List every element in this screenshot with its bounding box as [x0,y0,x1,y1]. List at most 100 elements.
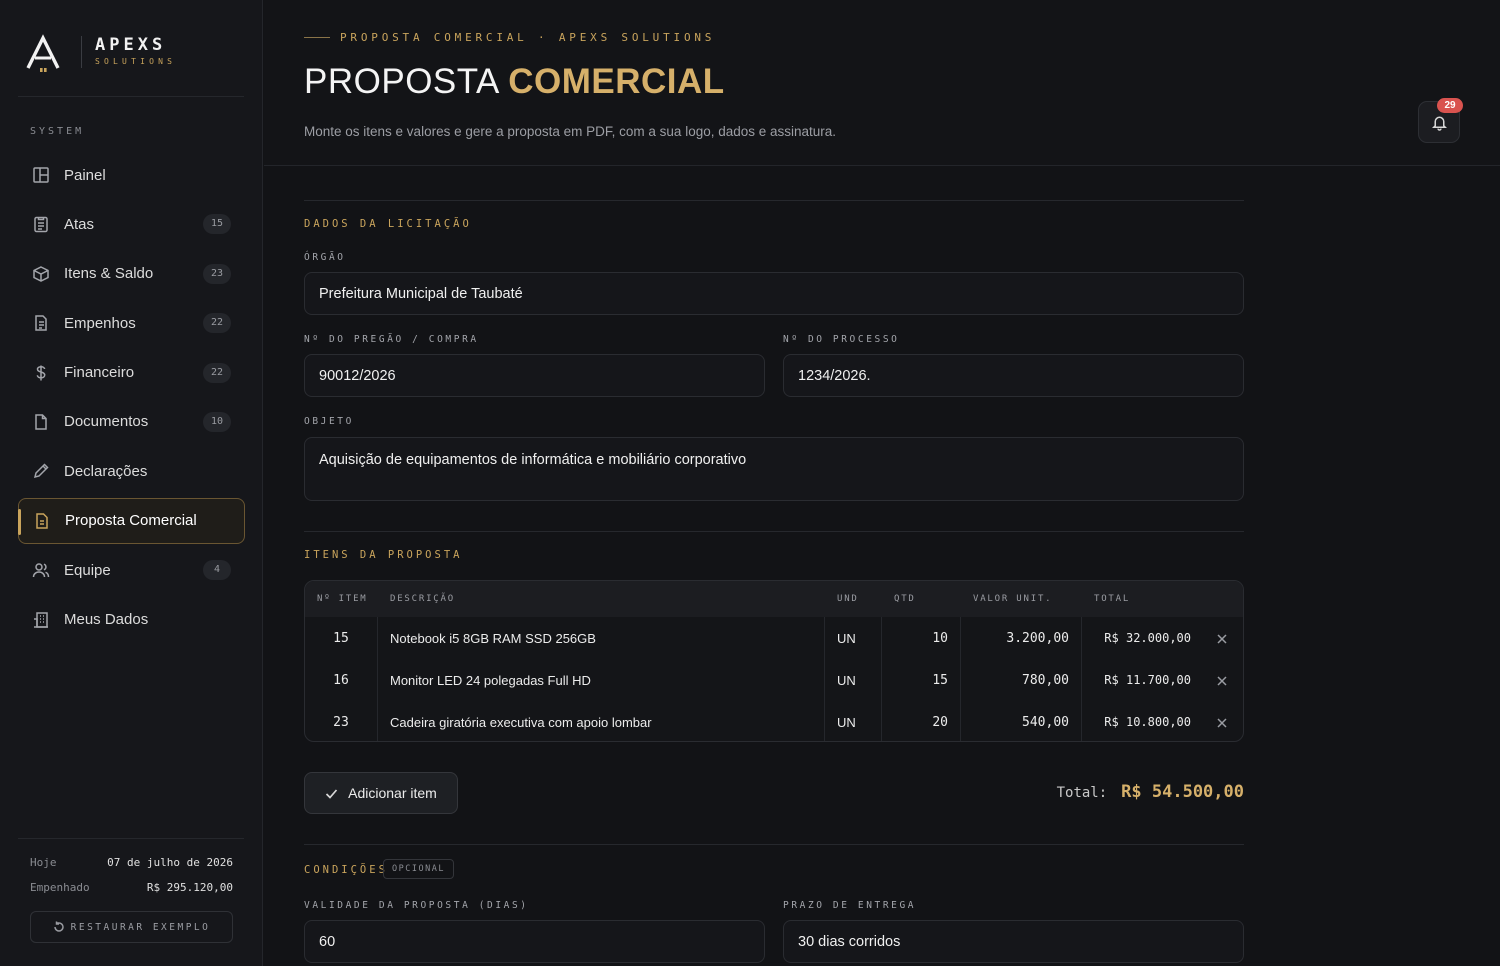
page-subtitle: Monte os itens e valores e gere a propos… [304,124,837,139]
restore-example-label: RESTAURAR EXEMPLO [70,921,211,933]
sidebar-item-itens-saldo[interactable]: Itens & Saldo 23 [18,251,245,297]
item-description[interactable]: Monitor LED 24 polegadas Full HD [390,659,591,701]
close-icon [1217,718,1227,728]
item-unit-price[interactable]: 3.200,00 [960,617,1069,659]
sidebar-item-label: Empenhos [64,314,136,332]
page-title-plain: PROPOSTA [304,62,498,101]
processo-label: Nº DO PROCESSO [783,334,900,345]
sidebar-item-label: Equipe [64,561,111,579]
prazo-label: PRAZO DE ENTREGA [783,900,917,911]
item-quantity[interactable]: 15 [881,659,948,701]
item-quantity[interactable]: 20 [881,701,948,741]
validade-input[interactable] [304,920,765,963]
sidebar-item-label: Proposta Comercial [65,512,197,530]
pregao-input[interactable] [304,354,765,397]
count-badge: 15 [203,214,231,235]
count-badge: 10 [203,411,231,432]
count-badge: 22 [203,313,231,334]
item-number[interactable]: 15 [305,617,377,659]
sidebar-item-financeiro[interactable]: Financeiro 22 [18,350,245,396]
sidebar-item-label: Itens & Saldo [64,265,154,283]
remove-item-button[interactable] [1216,716,1232,732]
brand[interactable]: APEXS SOLUTIONS [26,34,226,74]
sidebar-item-painel[interactable]: Painel [18,152,245,198]
sidebar-item-meus-dados[interactable]: Meus Dados [18,597,245,643]
optional-badge: OPCIONAL [383,859,454,879]
committed-value: R$ 295.120,00 [146,881,233,894]
notifications-button[interactable]: 29 [1418,98,1463,143]
column-header: DESCRIÇÃO [390,594,455,604]
eyebrow-text: PROPOSTA COMERCIAL · APEXS SOLUTIONS [340,31,716,44]
sidebar-divider [18,838,244,839]
add-item-label: Adicionar item [348,785,437,801]
sidebar-item-proposta-comercial[interactable]: Proposta Comercial [18,497,245,544]
section-divider [304,531,1244,532]
objeto-textarea[interactable]: Aquisição de equipamentos de informática… [304,437,1244,501]
close-icon [1217,676,1227,686]
today-value: 07 de julho de 2026 [107,856,233,869]
sidebar-item-documentos[interactable]: Documentos 10 [18,399,245,445]
sidebar-section-title: SYSTEM [30,126,85,137]
sidebar-item-atas[interactable]: Atas 15 [18,201,245,247]
users-icon [32,561,50,579]
pregao-label: Nº DO PREGÃO / COMPRA [304,334,479,345]
item-description[interactable]: Notebook i5 8GB RAM SSD 256GB [390,617,596,659]
item-unit[interactable]: UN [837,659,856,701]
count-badge: 22 [203,362,231,383]
refresh-icon [53,921,64,932]
item-unit-price[interactable]: 540,00 [960,701,1069,741]
remove-item-button[interactable] [1216,632,1232,648]
item-number[interactable]: 16 [305,659,377,701]
item-unit[interactable]: UN [837,617,856,659]
sidebar-nav: Painel Atas 15 Itens & Saldo 23 Empenhos… [18,152,245,646]
add-item-button[interactable]: Adicionar item [304,772,458,814]
notification-count-badge: 29 [1437,98,1463,113]
clipboard-icon [32,215,50,233]
sidebar: APEXS SOLUTIONS SYSTEM Painel Atas 15 It… [0,0,263,966]
count-badge: 4 [203,560,231,581]
processo-input[interactable] [783,354,1244,397]
section-divider [304,844,1244,845]
page-title: PROPOSTA COMERCIAL [304,62,725,102]
column-header: TOTAL [1094,594,1131,604]
table-row: 23 Cadeira giratória executiva com apoio… [305,701,1243,741]
restore-example-button[interactable]: RESTAURAR EXEMPLO [30,911,233,943]
sidebar-item-label: Declarações [64,462,148,480]
layout-icon [32,166,50,184]
item-description[interactable]: Cadeira giratória executiva com apoio lo… [390,701,652,741]
sidebar-item-label: Meus Dados [64,611,149,629]
sidebar-item-label: Financeiro [64,364,135,382]
count-badge: 23 [203,263,231,284]
file-text-icon [32,314,50,332]
sidebar-item-equipe[interactable]: Equipe 4 [18,547,245,593]
total-value: R$ 54.500,00 [1121,782,1244,802]
section-divider [304,200,1244,201]
item-number[interactable]: 23 [305,701,377,741]
dollar-icon [32,364,50,382]
item-unit-price[interactable]: 780,00 [960,659,1069,701]
item-unit[interactable]: UN [837,701,856,741]
table-row: 16 Monitor LED 24 polegadas Full HD UN 1… [305,659,1243,701]
brand-name: APEXS [95,35,167,55]
remove-item-button[interactable] [1216,674,1232,690]
sidebar-item-label: Atas [64,215,95,233]
orgao-input[interactable] [304,272,1244,315]
prazo-input[interactable] [783,920,1244,963]
pencil-icon [32,462,50,480]
item-quantity[interactable]: 10 [881,617,948,659]
box-icon [32,265,50,283]
bell-icon [1431,116,1447,131]
apexs-logo-icon [26,34,60,72]
section-title-licitacao: DADOS DA LICITAÇÃO [304,218,472,230]
sidebar-item-empenhos[interactable]: Empenhos 22 [18,300,245,346]
item-total: R$ 10.800,00 [1104,715,1191,729]
sidebar-divider [18,96,244,97]
file-sign-icon [33,512,51,530]
sidebar-item-declaracoes[interactable]: Declarações [18,448,245,494]
sidebar-item-label: Painel [64,166,106,184]
page-title-accent: COMERCIAL [508,62,725,101]
table-row: 15 Notebook i5 8GB RAM SSD 256GB UN 10 3… [305,617,1243,659]
item-total: R$ 32.000,00 [1104,631,1191,645]
section-title-condicoes-text: CONDIÇÕES [304,864,388,876]
eyebrow: PROPOSTA COMERCIAL · APEXS SOLUTIONS [304,31,715,44]
